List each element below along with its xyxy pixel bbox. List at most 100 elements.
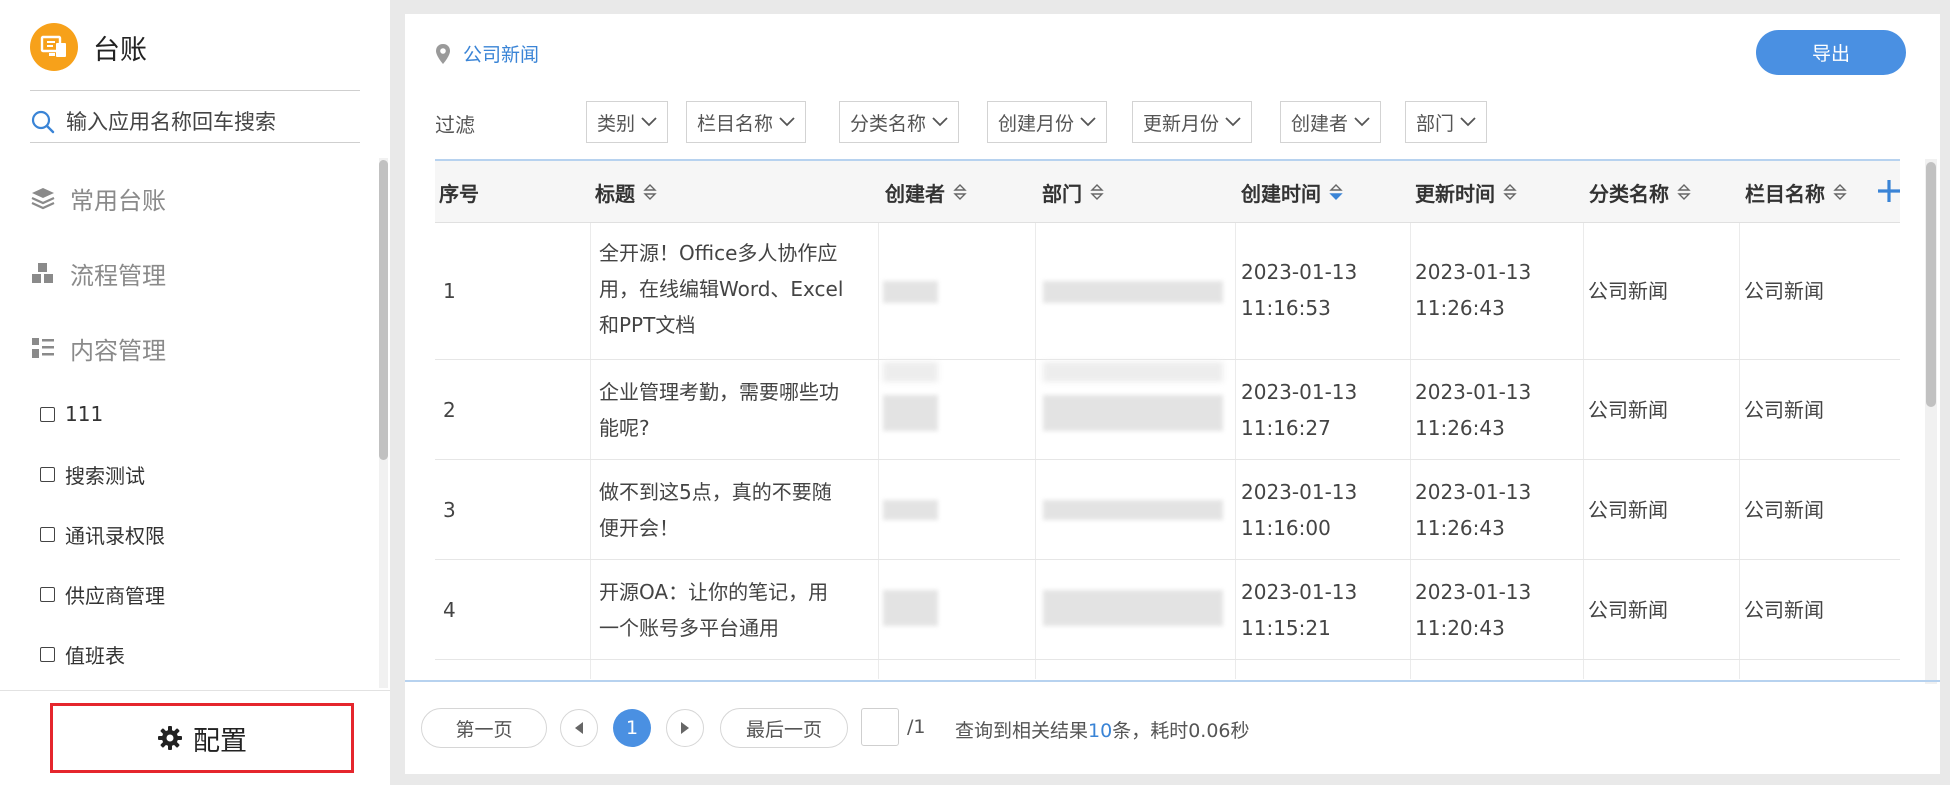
filter-column-name[interactable]: 栏目名称 bbox=[686, 101, 807, 143]
chevron-down-icon bbox=[1225, 117, 1241, 127]
redacted-department bbox=[1043, 395, 1223, 431]
result-count: 10 bbox=[1088, 720, 1113, 742]
chevron-down-icon bbox=[1354, 117, 1370, 127]
column-header-column-name[interactable]: 栏目名称 bbox=[1745, 161, 1847, 223]
filter-created-month[interactable]: 创建月份 bbox=[987, 101, 1108, 143]
menu-group-common-ledger[interactable]: 常用台账 bbox=[30, 178, 166, 218]
data-table: 序号 标题 创建者 部门 创建时间 更新时间 分类名称 栏目名称 1 全开源！O… bbox=[435, 159, 1900, 679]
cell-updated-time: 2023-01-13 11:26:43 bbox=[1415, 374, 1531, 446]
sort-icon[interactable] bbox=[1677, 183, 1691, 201]
app-search[interactable] bbox=[30, 104, 360, 140]
sidebar-item-contacts-permission[interactable]: 通讯录权限 bbox=[40, 518, 165, 550]
prev-page-button[interactable] bbox=[560, 709, 598, 747]
filter-updated-month[interactable]: 更新月份 bbox=[1132, 101, 1253, 143]
cell-updated-time: 2023-01-13 11:20:43 bbox=[1415, 574, 1531, 646]
first-page-button[interactable]: 第一页 bbox=[421, 708, 547, 748]
cell-category: 公司新闻 bbox=[1588, 279, 1668, 303]
add-column-icon[interactable] bbox=[1875, 177, 1900, 205]
breadcrumb: 公司新闻 bbox=[435, 40, 539, 67]
cell-title[interactable]: 做不到这5点，真的不要随 便开会！ bbox=[599, 474, 884, 546]
column-header-category[interactable]: 分类名称 bbox=[1589, 161, 1691, 223]
export-button[interactable]: 导出 bbox=[1756, 30, 1906, 75]
table-row[interactable]: 1 全开源！Office多人协作应 用，在线编辑Word、Excel 和PPT文… bbox=[435, 223, 1900, 360]
cell-title-line: 开源OA：让你的笔记，用 bbox=[599, 580, 829, 604]
cell-date: 2023-01-13 bbox=[1241, 260, 1358, 284]
result-prefix: 查询到相关结果 bbox=[955, 720, 1089, 742]
cell-category: 公司新闻 bbox=[1588, 498, 1668, 522]
cell-time: 11:15:21 bbox=[1241, 616, 1331, 640]
sidebar-scrollbar-thumb[interactable] bbox=[379, 160, 388, 460]
sort-icon[interactable] bbox=[643, 183, 657, 201]
cell-title-line: 便开会！ bbox=[599, 516, 679, 540]
chevron-down-icon bbox=[1460, 117, 1476, 127]
table-row[interactable]: 4 开源OA：让你的笔记，用 一个账号多平台通用 2023-01-13 11:1… bbox=[435, 560, 1900, 660]
sort-icon[interactable] bbox=[1090, 183, 1104, 201]
cell-title[interactable]: 全开源！Office多人协作应 用，在线编辑Word、Excel 和PPT文档 bbox=[599, 235, 884, 343]
filter-label-text: 分类名称 bbox=[850, 112, 927, 135]
column-header-updated-time[interactable]: 更新时间 bbox=[1415, 161, 1517, 223]
sidebar-item-supplier[interactable]: 供应商管理 bbox=[40, 578, 165, 610]
cell-date: 2023-01-13 bbox=[1415, 580, 1532, 604]
filter-label-text: 创建者 bbox=[1291, 112, 1349, 135]
table-row[interactable]: 3 做不到这5点，真的不要随 便开会！ 2023-01-13 11:16:00 … bbox=[435, 460, 1900, 560]
table-row[interactable]: 2 企业管理考勤，需要哪些功 能呢? 2023-01-13 11:16:27 2… bbox=[435, 360, 1900, 460]
sidebar-item-duty-roster[interactable]: 值班表 bbox=[40, 638, 125, 670]
redacted-department bbox=[1043, 590, 1223, 626]
sort-icon[interactable] bbox=[953, 183, 967, 201]
sidebar-item-label: 通讯录权限 bbox=[65, 523, 165, 548]
checkbox-square-icon bbox=[40, 406, 55, 422]
export-button-label: 导出 bbox=[1811, 43, 1850, 65]
config-button[interactable]: 配置 bbox=[50, 703, 354, 773]
cell-title[interactable]: 企业管理考勤，需要哪些功 能呢? bbox=[599, 374, 884, 446]
app-search-input[interactable] bbox=[66, 110, 356, 134]
filter-category-name[interactable]: 分类名称 bbox=[839, 101, 960, 143]
search-underline bbox=[30, 142, 360, 143]
checkbox-square-icon bbox=[40, 466, 55, 482]
filter-creator[interactable]: 创建者 bbox=[1280, 101, 1382, 143]
current-page-button[interactable]: 1 bbox=[613, 709, 651, 747]
cell-date: 2023-01-13 bbox=[1241, 480, 1358, 504]
cell-no: 3 bbox=[443, 498, 456, 522]
cell-title-line: 用，在线编辑Word、Excel bbox=[599, 277, 844, 301]
cell-time: 11:26:43 bbox=[1415, 296, 1505, 320]
menu-group-process[interactable]: 流程管理 bbox=[30, 253, 166, 293]
sidebar: 台账 常用台账 流程管理 内容管理 bbox=[0, 0, 390, 785]
sort-active-icon[interactable] bbox=[1329, 183, 1343, 201]
breadcrumb-link[interactable]: 公司新闻 bbox=[463, 40, 539, 67]
checkbox-square-icon bbox=[40, 646, 55, 662]
column-header-created-time[interactable]: 创建时间 bbox=[1241, 161, 1343, 223]
checkbox-square-icon bbox=[40, 526, 55, 542]
app-logo-icon bbox=[30, 23, 78, 71]
next-page-button[interactable] bbox=[666, 709, 704, 747]
cell-title[interactable]: 开源OA：让你的笔记，用 一个账号多平台通用 bbox=[599, 574, 884, 646]
column-header-department[interactable]: 部门 bbox=[1042, 161, 1104, 223]
column-header-no: 序号 bbox=[439, 161, 479, 223]
column-header-label: 部门 bbox=[1042, 181, 1082, 206]
sort-icon[interactable] bbox=[1833, 183, 1847, 201]
cell-title-line: 做不到这5点，真的不要随 bbox=[599, 480, 832, 504]
column-header-title[interactable]: 标题 bbox=[595, 161, 657, 223]
sidebar-item-111[interactable]: 111 bbox=[40, 398, 103, 430]
sidebar-item-label: 供应商管理 bbox=[65, 583, 165, 608]
cell-created-time: 2023-01-13 11:15:21 bbox=[1241, 574, 1357, 646]
cell-time: 11:16:00 bbox=[1241, 516, 1331, 540]
chevron-down-icon bbox=[932, 117, 948, 127]
sidebar-item-search-test[interactable]: 搜索测试 bbox=[40, 458, 145, 490]
first-page-label: 第一页 bbox=[455, 718, 513, 741]
filter-category[interactable]: 类别 bbox=[586, 101, 669, 143]
table-scrollbar-thumb[interactable] bbox=[1926, 162, 1936, 407]
last-page-button[interactable]: 最后一页 bbox=[720, 708, 848, 748]
cell-created-time: 2023-01-13 11:16:00 bbox=[1241, 474, 1357, 546]
column-header-label: 创建时间 bbox=[1241, 181, 1321, 206]
cell-created-time: 2023-01-13 11:16:53 bbox=[1241, 254, 1357, 326]
cell-category: 公司新闻 bbox=[1588, 398, 1668, 422]
sort-icon[interactable] bbox=[1503, 183, 1517, 201]
filter-label-text: 栏目名称 bbox=[697, 112, 774, 135]
menu-group-content[interactable]: 内容管理 bbox=[30, 328, 166, 368]
column-header-creator[interactable]: 创建者 bbox=[885, 161, 967, 223]
filter-department[interactable]: 部门 bbox=[1405, 101, 1488, 143]
cell-title-line: 能呢? bbox=[599, 416, 650, 440]
chevron-down-icon bbox=[779, 117, 795, 127]
app-header: 台账 bbox=[30, 22, 147, 72]
page-jump-input[interactable] bbox=[861, 708, 899, 746]
